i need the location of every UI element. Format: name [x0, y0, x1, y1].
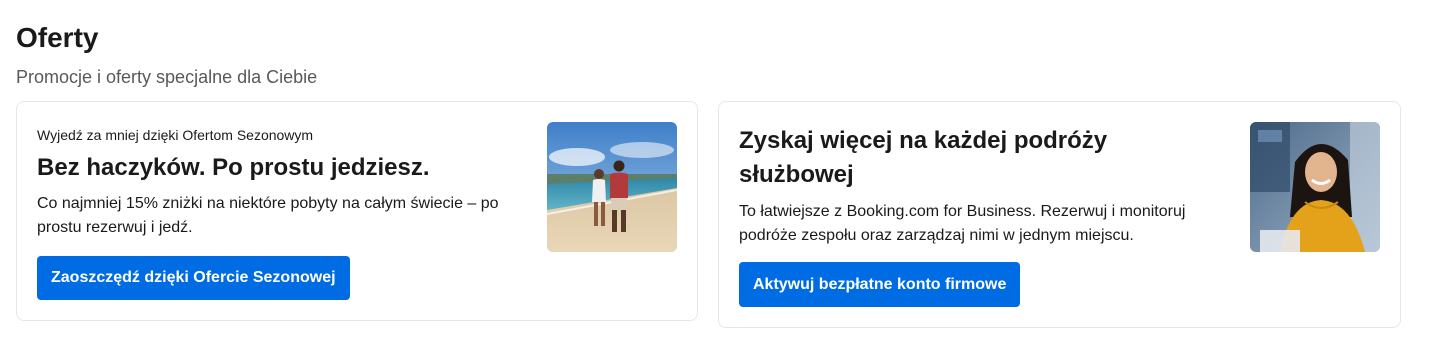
- card-description: Co najmniej 15% zniżki na niektóre pobyt…: [37, 195, 499, 236]
- section-subtitle: Promocje i oferty specjalne dla Ciebie: [16, 67, 318, 87]
- business-woman-image: [1250, 122, 1380, 252]
- beach-couple-image: [547, 122, 677, 252]
- activate-business-account-button[interactable]: Aktywuj bezpłatne konto firmowe: [739, 262, 1021, 307]
- offers-section: Oferty Promocje i oferty specjalne dla C…: [0, 0, 1432, 361]
- card-heading: Bez haczyków. Po prostu jedziesz.: [37, 154, 430, 181]
- card-description: To łatwiejsze z Booking.com for Business…: [739, 203, 1186, 244]
- offer-card-business: Zyskaj więcej na każdej podróży służbowe…: [718, 101, 1401, 328]
- card-eyebrow: Wyjedź za mniej dzięki Ofertom Sezonowym: [37, 127, 314, 143]
- card-heading: Zyskaj więcej na każdej podróży służbowe…: [739, 127, 1108, 188]
- offer-card-seasonal: Wyjedź za mniej dzięki Ofertom Sezonowym…: [16, 101, 698, 321]
- section-title: Oferty: [16, 22, 99, 53]
- seasonal-deal-button[interactable]: Zaoszczędź dzięki Ofercie Sezonowej: [37, 256, 350, 300]
